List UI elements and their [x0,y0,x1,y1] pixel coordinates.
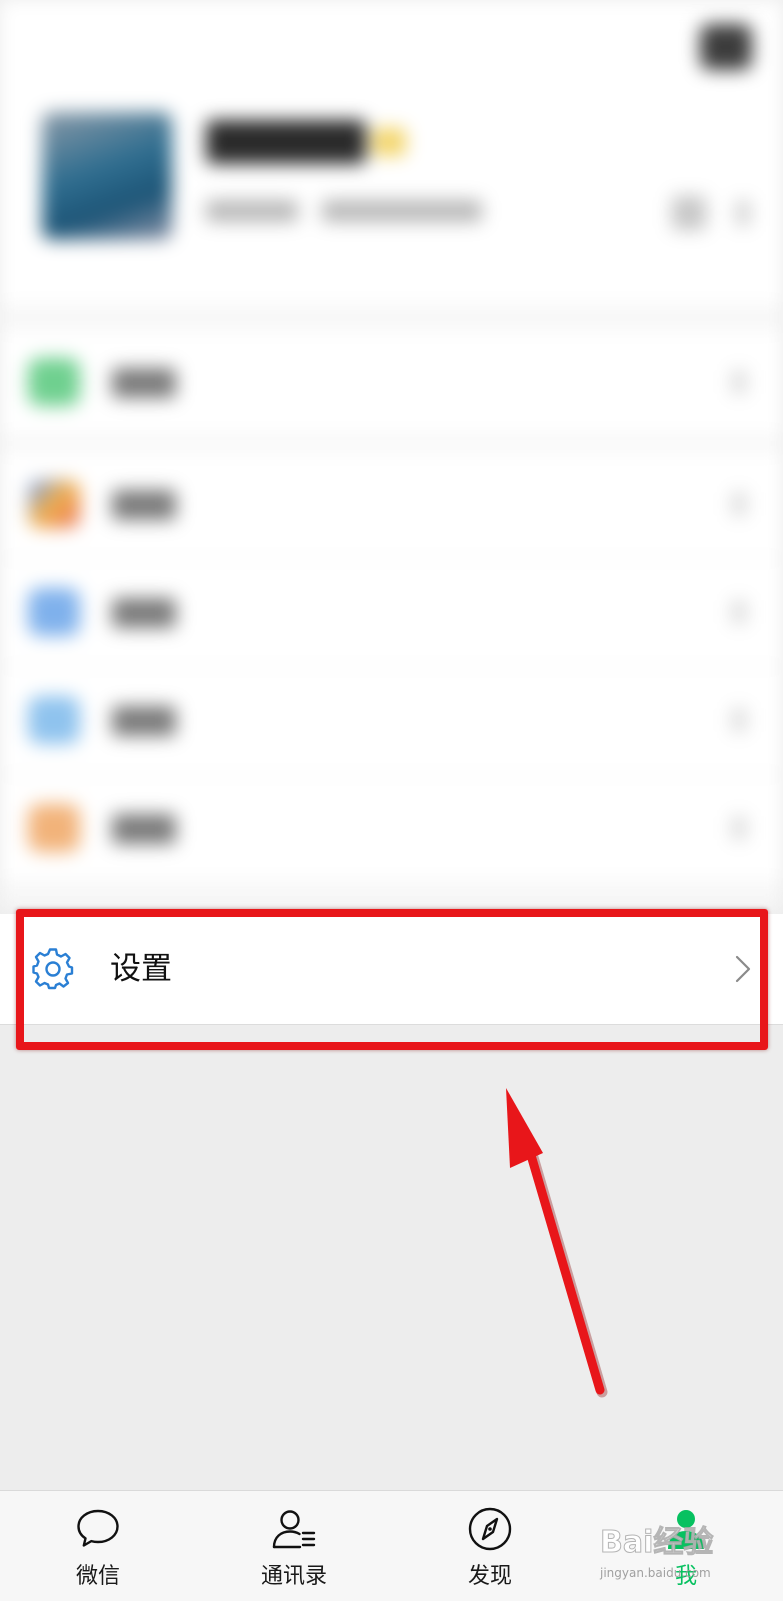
red-arrow-icon [506,1088,608,1398]
chevron-right-icon [732,708,746,732]
light-blue-icon [28,696,80,744]
compass-icon [468,1507,512,1551]
account-id-value-blurred [322,200,482,222]
tab-label: 我 [674,1564,697,1589]
tab-chats[interactable]: 微信 [0,1491,196,1601]
chat-bubble-icon [77,1509,119,1547]
profile-header [0,0,783,305]
account-id-blurred [206,200,298,222]
menu-text-blurred [112,598,176,628]
person-icon [668,1510,704,1549]
tab-label: 通讯录 [260,1564,327,1589]
tab-contacts[interactable]: 通讯录 [196,1491,392,1601]
menu-row-blurred [0,776,783,881]
badge-icon [372,128,406,156]
menu-text-blurred [112,490,176,520]
tab-label: 发现 [467,1564,512,1589]
camera-icon [700,24,752,70]
menu-row-blurred [0,330,783,435]
gear-icon [32,948,74,990]
avatar [42,112,172,240]
tab-label: 微信 [75,1564,120,1589]
green-icon [28,358,80,406]
menu-text-blurred [112,368,176,398]
chevron-right-icon [732,370,746,394]
chevron-right-icon [736,200,750,226]
tab-bar: 微信 通讯录 发现 我 [0,1490,783,1601]
nickname-blurred [206,120,366,164]
tab-discover[interactable]: 发现 [392,1491,588,1601]
contacts-icon [272,1510,316,1549]
qr-code-icon [672,196,706,230]
chevron-right-icon [732,816,746,840]
tab-me[interactable]: 我 [588,1491,783,1601]
menu-row-blurred [0,452,783,557]
settings-label: 设置 [110,951,172,987]
chevron-right-icon [732,492,746,516]
chevron-right-icon [735,955,751,983]
blurred-profile-area [0,0,783,910]
menu-text-blurred [112,814,176,844]
colorful-icon [28,480,80,528]
menu-row-blurred [0,668,783,773]
blue-icon [28,588,80,636]
orange-icon [28,804,80,852]
chevron-right-icon [732,600,746,624]
menu-row-blurred [0,560,783,665]
menu-text-blurred [112,706,176,736]
